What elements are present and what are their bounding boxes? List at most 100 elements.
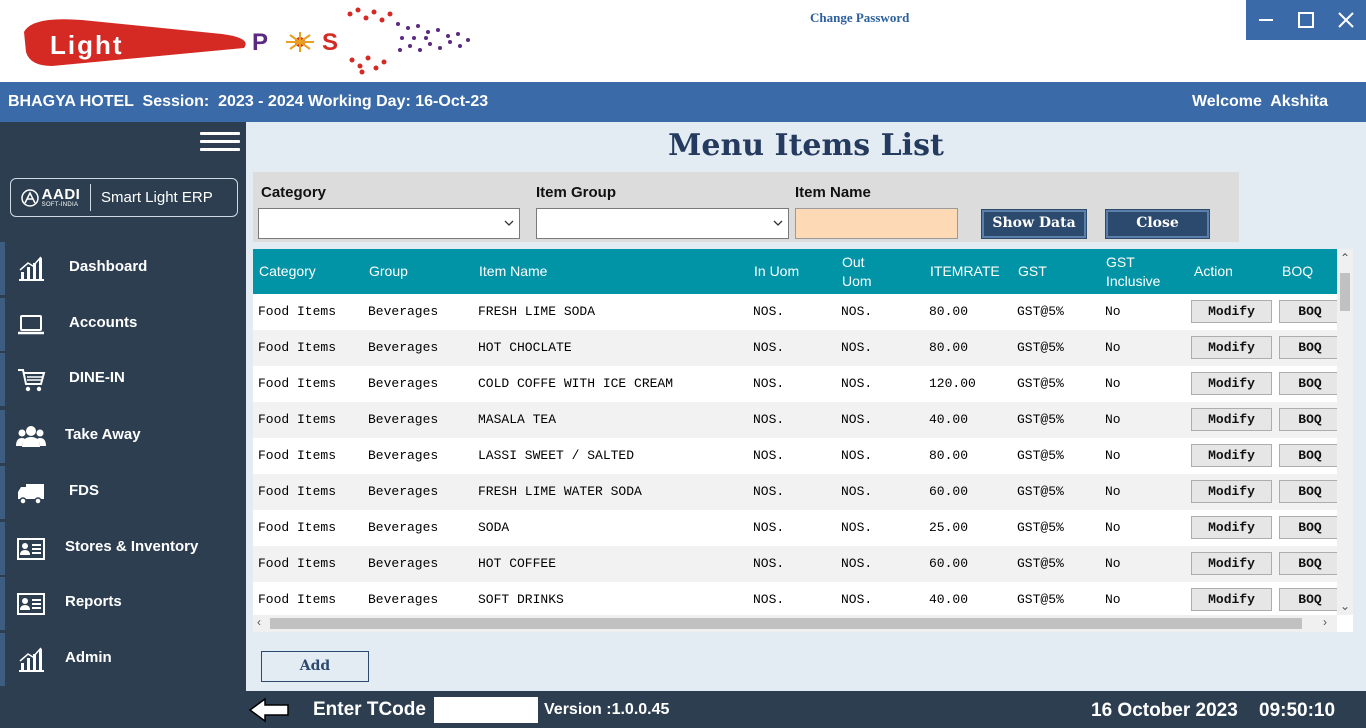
item-name-input[interactable] (795, 208, 958, 239)
vertical-scrollbar[interactable]: ⌃ ⌄ (1337, 249, 1353, 615)
close-window-button[interactable] (1326, 0, 1366, 40)
boq-button[interactable]: BOQ (1279, 516, 1341, 539)
cell-gst: GST@5% (1017, 340, 1064, 355)
sidebar-item-dashboard[interactable]: Dashboard (0, 242, 246, 295)
item-group-label: Item Group (536, 184, 617, 201)
main-content: Menu Items List Category Item Group Item… (246, 122, 1366, 691)
cell-inclusive: No (1105, 340, 1121, 355)
aadi-brand-badge: AADI SOFT-INDIA Smart Light ERP (10, 178, 238, 217)
boq-button[interactable]: BOQ (1279, 408, 1341, 431)
maximize-button[interactable] (1286, 0, 1326, 40)
minimize-button[interactable] (1246, 0, 1286, 40)
boq-button[interactable]: BOQ (1279, 552, 1341, 575)
sidebar-item-label: Take Away (65, 426, 141, 443)
cell-out-uom: NOS. (841, 340, 873, 355)
sidebar-item-dine-in[interactable]: DINE-IN (0, 353, 246, 406)
cell-out-uom: NOS. (841, 448, 873, 463)
cell-item: LASSI SWEET / SALTED (478, 448, 635, 463)
cell-in-uom: NOS. (753, 376, 785, 391)
boq-button[interactable]: BOQ (1279, 444, 1341, 467)
id-card-icon (17, 593, 45, 615)
table-row: Food Items Beverages MASALA TEA NOS. NOS. 40.… (253, 402, 1341, 438)
category-select[interactable] (258, 208, 520, 239)
cell-out-uom: NOS. (841, 592, 873, 607)
modify-button[interactable]: Modify (1191, 444, 1272, 467)
close-button[interactable]: Close (1105, 209, 1210, 239)
modify-button[interactable]: Modify (1191, 408, 1272, 431)
boq-button[interactable]: BOQ (1279, 372, 1341, 395)
cell-group: Beverages (368, 556, 439, 571)
sidebar-item-stores-inventory[interactable]: Stores & Inventory (0, 522, 246, 575)
column-header: GST (1018, 263, 1047, 279)
column-header: Category (259, 263, 316, 279)
bar-chart-icon (19, 647, 44, 672)
cell-category: Food Items (258, 592, 337, 607)
cell-gst: GST@5% (1017, 376, 1064, 391)
change-password-link[interactable]: Change Password (810, 10, 909, 26)
sidebar-item-fds[interactable]: FDS (0, 466, 246, 519)
vertical-scroll-thumb[interactable] (1340, 273, 1350, 311)
cell-item: MASALA TEA (478, 412, 557, 427)
boq-button[interactable]: BOQ (1279, 336, 1341, 359)
table-row: Food Items Beverages SOFT DRINKS NOS. NOS. 40… (253, 582, 1341, 618)
cell-out-uom: NOS. (841, 376, 873, 391)
horizontal-scroll-thumb[interactable] (270, 618, 1302, 629)
item-group-select[interactable] (536, 208, 789, 239)
boq-button[interactable]: BOQ (1279, 588, 1341, 611)
modify-button[interactable]: Modify (1191, 372, 1272, 395)
cell-category: Food Items (258, 340, 337, 355)
add-button[interactable]: Add (261, 651, 369, 682)
cell-rate: 80.00 (929, 304, 969, 319)
cell-category: Food Items (258, 556, 337, 571)
cell-category: Food Items (258, 412, 337, 427)
cell-item: COLD COFFE WITH ICE CREAM (478, 376, 674, 391)
sidebar-item-admin[interactable]: Admin (0, 633, 246, 686)
modify-button[interactable]: Modify (1191, 552, 1272, 575)
modify-button[interactable]: Modify (1191, 480, 1272, 503)
cell-in-uom: NOS. (753, 556, 785, 571)
cell-rate: 120.00 (929, 376, 976, 391)
modify-button[interactable]: Modify (1191, 588, 1272, 611)
modify-button[interactable]: Modify (1191, 300, 1272, 323)
minimize-icon (1259, 19, 1273, 21)
svg-text:P: P (252, 29, 268, 56)
cell-item: SOFT DRINKS (478, 592, 564, 607)
close-icon (1338, 12, 1354, 28)
sidebar-item-take-away[interactable]: Take Away (0, 410, 246, 463)
id-card-icon (17, 538, 45, 560)
show-data-button[interactable]: Show Data (981, 209, 1087, 239)
sidebar-item-reports[interactable]: Reports (0, 577, 246, 630)
tcode-input[interactable] (434, 697, 538, 723)
scroll-left-icon[interactable]: ‹ (257, 615, 261, 629)
product-name: Smart Light ERP (101, 189, 213, 206)
hamburger-menu-icon[interactable] (200, 132, 240, 154)
cell-in-uom: NOS. (753, 448, 785, 463)
current-time: 09:50:10 (1259, 700, 1336, 721)
modify-button[interactable]: Modify (1191, 516, 1272, 539)
cell-group: Beverages (368, 340, 439, 355)
column-header: Item Name (479, 263, 548, 279)
boq-button[interactable]: BOQ (1279, 480, 1341, 503)
scroll-up-icon[interactable]: ⌃ (1340, 251, 1350, 265)
cell-category: Food Items (258, 448, 337, 463)
cell-inclusive: No (1105, 376, 1121, 391)
sidebar-item-accounts[interactable]: Accounts (0, 298, 246, 351)
sidebar-item-label: FDS (69, 482, 99, 499)
aadi-mark-icon (20, 188, 39, 207)
session-bar: BHAGYA HOTEL Session: 2023 - 2024 Workin… (0, 82, 1366, 122)
maximize-icon (1298, 12, 1314, 28)
version-label: Version :1.0.0.45 (544, 701, 670, 718)
top-brand-bar: Light P S Change Password (0, 0, 1366, 82)
cell-group: Beverages (368, 484, 439, 499)
cell-in-uom: NOS. (753, 520, 785, 535)
back-arrow-icon[interactable] (248, 697, 290, 723)
scroll-right-icon[interactable]: › (1323, 615, 1327, 629)
scroll-down-icon[interactable]: ⌄ (1340, 599, 1350, 613)
horizontal-scrollbar[interactable]: ‹ › (253, 615, 1337, 632)
shopping-cart-icon (18, 369, 46, 392)
cell-in-uom: NOS. (753, 340, 785, 355)
boq-button[interactable]: BOQ (1279, 300, 1341, 323)
session-info: BHAGYA HOTEL Session: 2023 - 2024 Workin… (8, 93, 489, 110)
sidebar-item-label: Reports (65, 593, 122, 610)
modify-button[interactable]: Modify (1191, 336, 1272, 359)
